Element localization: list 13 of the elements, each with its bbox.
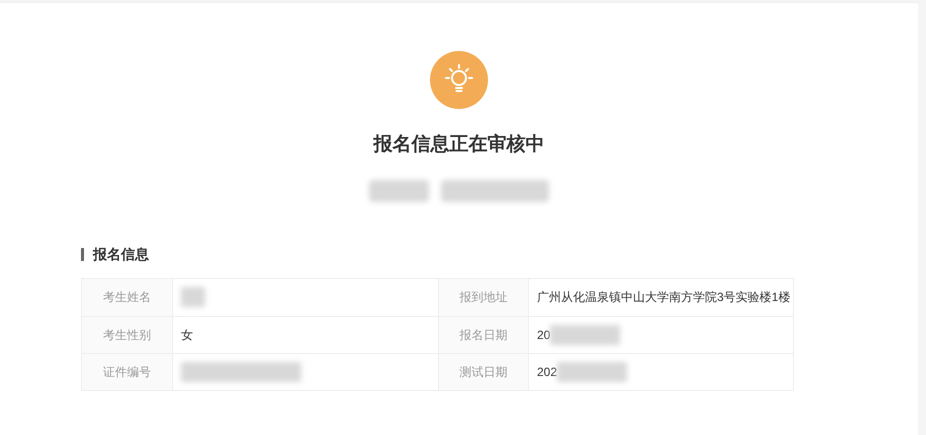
field-value: 广州从化温泉镇中山大学南方学院3号实验楼1楼 bbox=[537, 289, 790, 306]
lightbulb-icon bbox=[429, 50, 489, 110]
status-title: 报名信息正在审核中 bbox=[374, 132, 544, 157]
field-label: 报到地址 bbox=[438, 278, 529, 316]
field-value: 女 bbox=[181, 326, 193, 344]
field-label: 测试日期 bbox=[438, 354, 529, 390]
field-label: 考生姓名 bbox=[82, 278, 173, 316]
field-value: 20 bbox=[537, 326, 550, 344]
section-title: 报名信息 bbox=[93, 244, 149, 264]
field-label: 证件编号 bbox=[82, 354, 173, 390]
field-value: 202 bbox=[537, 364, 558, 380]
field-label: 考生性别 bbox=[82, 316, 173, 352]
field-label: 报名日期 bbox=[438, 316, 529, 352]
